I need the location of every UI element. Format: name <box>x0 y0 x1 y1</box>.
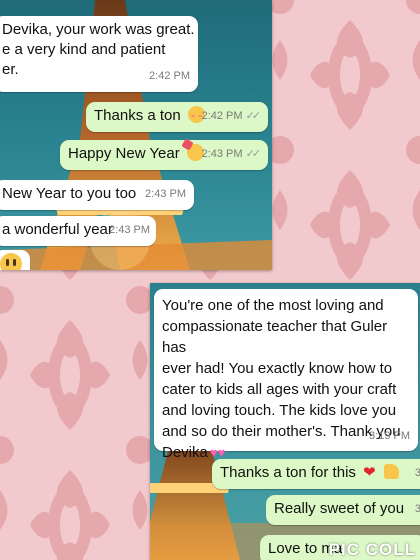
read-ticks-icon: ✓✓ <box>245 110 262 122</box>
message-line: and loving touch. The kids love you <box>162 402 397 419</box>
chat-screenshot-1: Devika, your work was great. e a very ki… <box>0 0 272 270</box>
message-line: ever had! You exactly know how to <box>162 360 393 377</box>
message-text: New Year to you too <box>2 185 137 202</box>
message-incoming-new-year-reply: New Year to you too 2:43 PM <box>0 180 194 210</box>
message-outgoing-new-year: Happy New Year 2:43 PM ✓✓ <box>60 140 268 170</box>
message-text: a wonderful year <box>2 221 113 238</box>
message-time: 3: <box>414 467 420 479</box>
message-line: Devika, your work was great. <box>2 21 195 38</box>
message-incoming-wonderful-year: a wonderful year 2:43 PM <box>0 216 156 246</box>
message-time: 2:42 PM ✓✓ <box>201 106 262 126</box>
read-ticks-icon: ✓✓ <box>245 148 262 160</box>
message-incoming-long-praise: You're one of the most loving and compas… <box>154 289 418 461</box>
chat-screenshot-2: You're one of the most loving and compas… <box>150 283 420 560</box>
message-text: Thanks a ton <box>94 107 181 124</box>
message-time-text: 2:42 PM <box>201 110 243 122</box>
message-text: Happy New Year <box>68 145 180 162</box>
two-hearts-icon: ♥♥ <box>209 445 226 460</box>
watermark: PIC COLL <box>328 540 416 559</box>
message-incoming-emoji <box>0 250 30 270</box>
message-line: cater to kids all ages with your craft <box>162 381 397 398</box>
message-outgoing-sweet: Really sweet of you 3: <box>266 495 420 525</box>
message-line: e a very kind and patient <box>2 41 166 58</box>
message-time: 2:43 PM <box>145 188 186 200</box>
message-line: compassionate teacher that Guler has <box>162 318 388 356</box>
message-text: Really sweet of you <box>274 500 405 517</box>
grinning-face-icon <box>0 253 22 270</box>
message-text: Thanks a ton for this <box>220 464 356 481</box>
message-outgoing-thanks: Thanks a ton 2:42 PM ✓✓ <box>86 102 268 132</box>
message-time: 2:43 PM <box>109 224 150 236</box>
red-heart-icon: ❤ <box>363 464 376 481</box>
message-time: 2:42 PM <box>149 70 190 82</box>
message-time: 3:19 PM <box>369 430 410 442</box>
message-time: 2:43 PM ✓✓ <box>201 144 262 164</box>
message-outgoing-thanks-for-this: Thanks a ton for this ❤ 3: <box>212 459 420 489</box>
message-line: You're one of the most loving and <box>162 297 384 314</box>
message-time-text: 2:43 PM <box>201 148 243 160</box>
thumbs-up-icon <box>383 464 399 479</box>
message-incoming-praise: Devika, your work was great. e a very ki… <box>0 16 198 92</box>
message-line-text: Devika <box>162 444 208 461</box>
message-time: 3: <box>414 503 420 515</box>
